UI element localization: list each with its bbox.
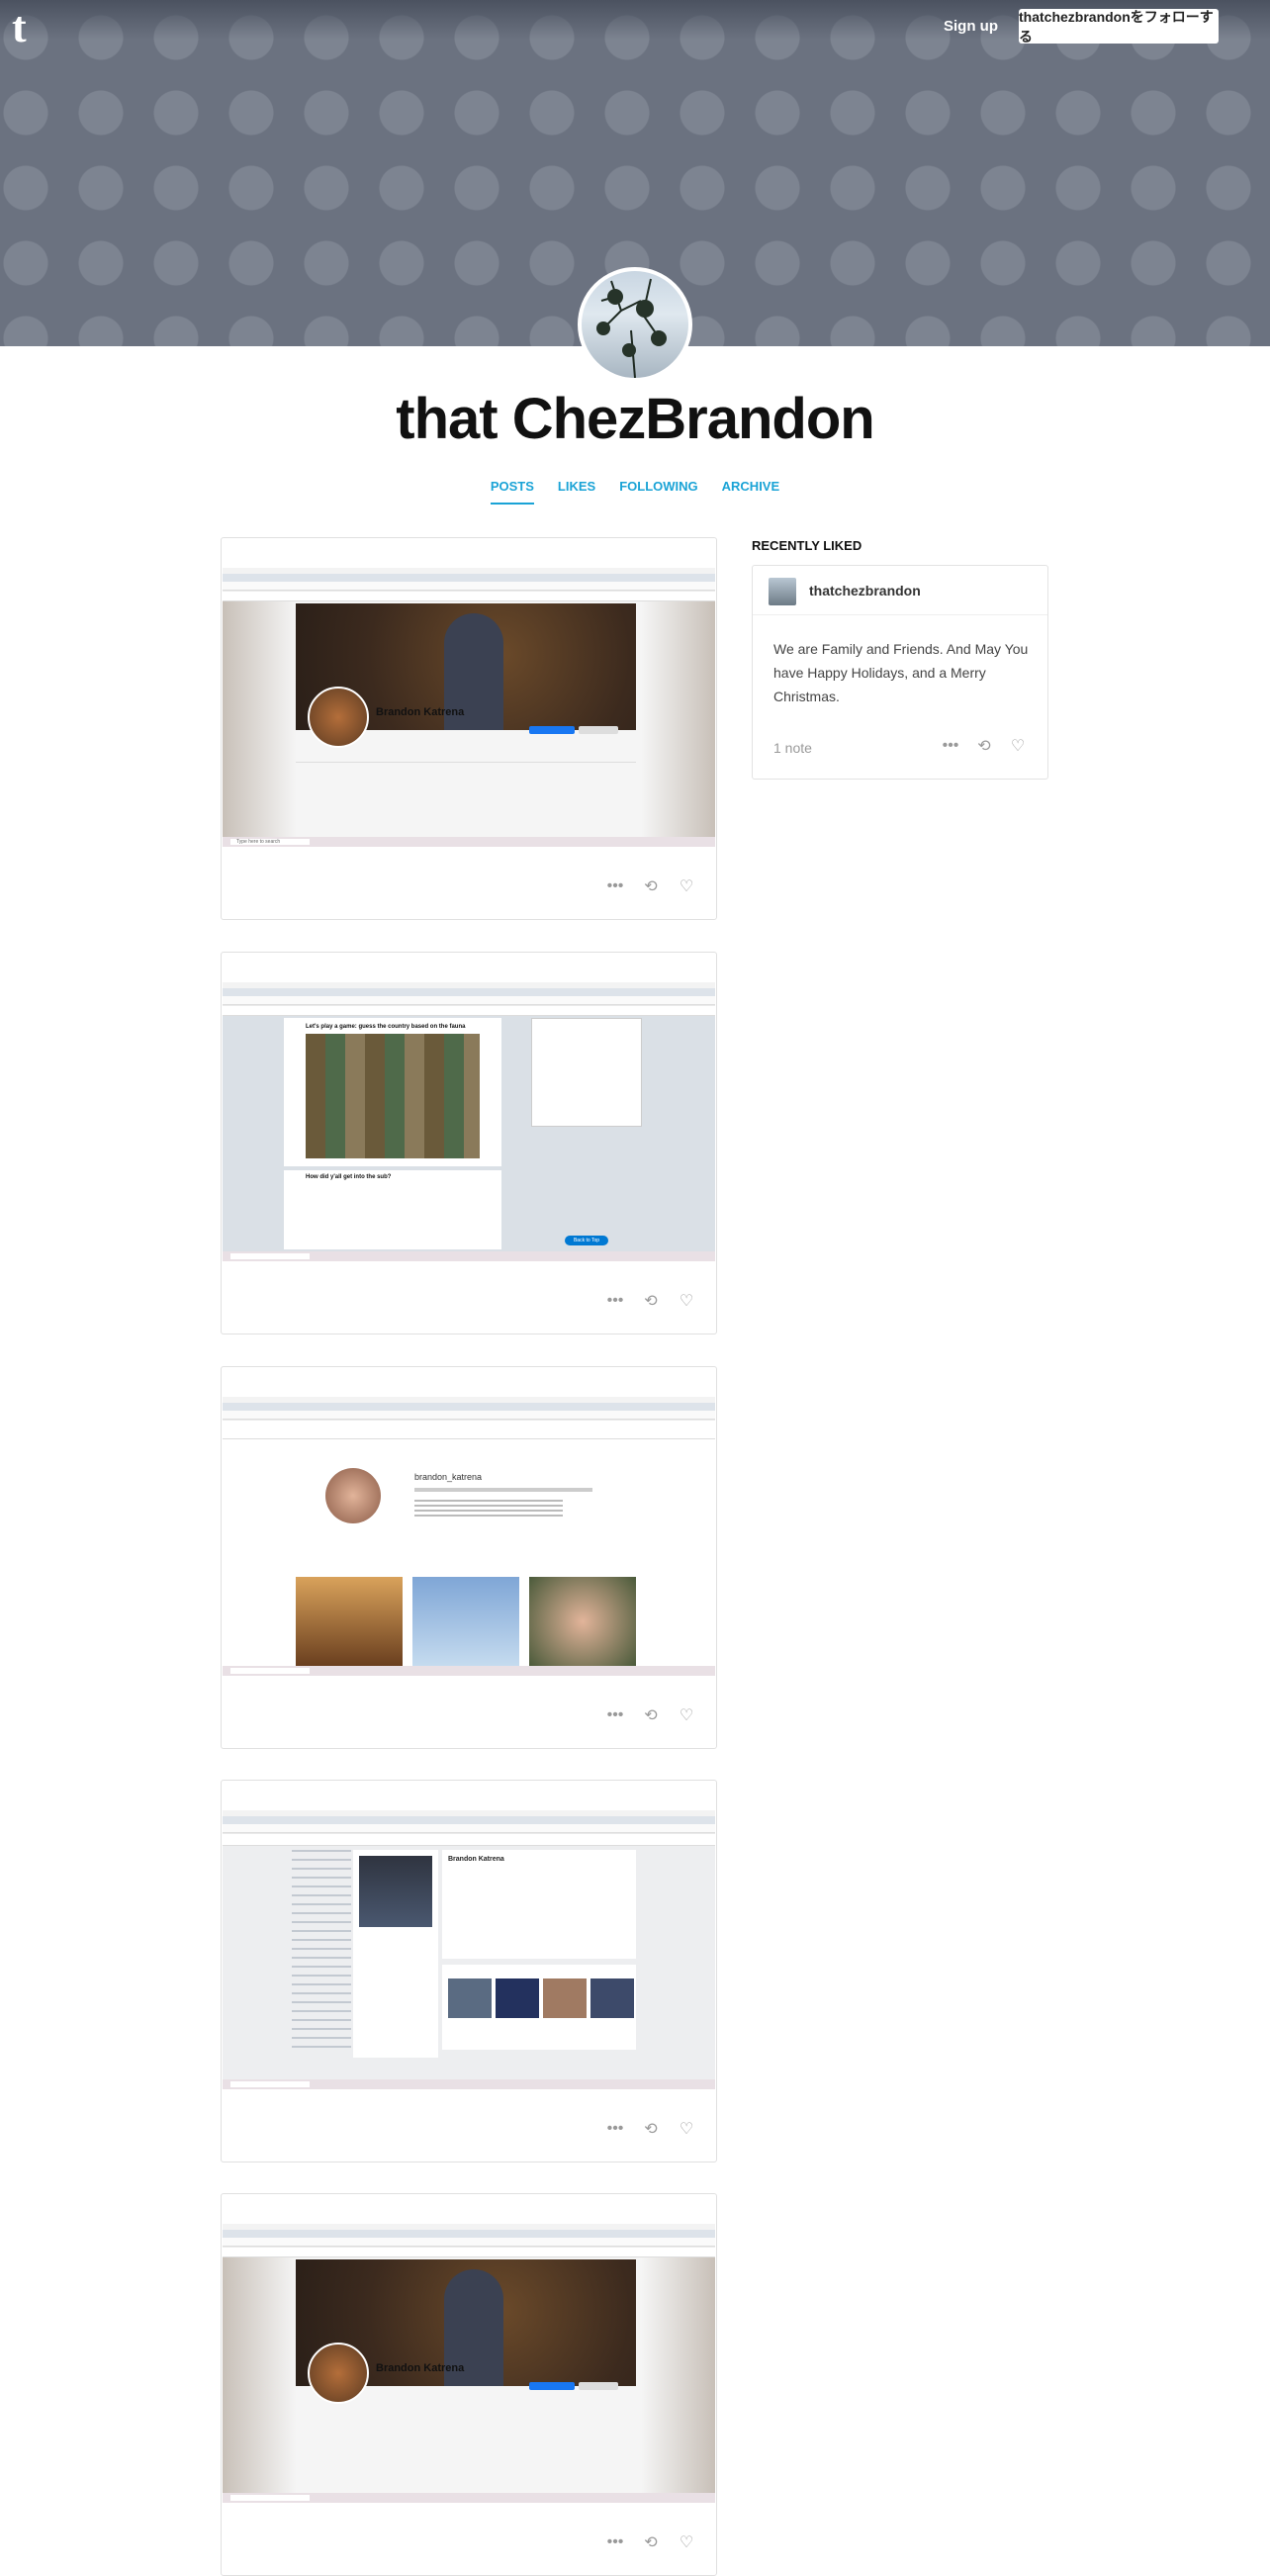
liked-post-card: thatchezbrandon We are Family and Friend… — [752, 565, 1048, 780]
liked-post-notes[interactable]: 1 note — [773, 740, 812, 756]
tab-posts[interactable]: POSTS — [490, 479, 534, 505]
back-to-top-button: Back to Top — [565, 1236, 608, 1245]
post-image[interactable]: Brandon Katrena — [223, 1810, 715, 2089]
tab-likes[interactable]: LIKES — [558, 479, 595, 505]
tab-archive[interactable]: ARCHIVE — [722, 479, 780, 505]
follow-button[interactable]: thatchezbrandonをフォローする — [1019, 9, 1219, 45]
reblog-icon[interactable]: ⟲ — [641, 2532, 661, 2552]
post-card: Brandon Katrena ••• ⟲ ♡ — [221, 1780, 717, 2162]
blog-tabs: POSTS LIKES FOLLOWING ARCHIVE — [0, 479, 1270, 505]
post-image[interactable]: Let's play a game: guess the country bas… — [223, 982, 715, 1261]
blog-title: that ChezBrandon — [396, 387, 874, 451]
heart-icon[interactable]: ♡ — [1008, 736, 1028, 756]
more-icon[interactable]: ••• — [941, 736, 960, 756]
reblog-icon[interactable]: ⟲ — [641, 876, 661, 896]
post-image[interactable]: brandon_katrena — [223, 1397, 715, 1676]
more-icon[interactable]: ••• — [605, 2119, 625, 2139]
liked-blog-avatar[interactable] — [769, 578, 796, 605]
reblog-icon[interactable]: ⟲ — [974, 736, 994, 756]
tree-branches-icon — [596, 278, 667, 378]
post-card: Brandon Katrena Type here to search ••• … — [221, 537, 717, 920]
tab-following[interactable]: FOLLOWING — [619, 479, 697, 505]
heart-icon[interactable]: ♡ — [677, 2532, 696, 2552]
heart-icon[interactable]: ♡ — [677, 1291, 696, 1311]
more-icon[interactable]: ••• — [605, 1705, 625, 1725]
heart-icon[interactable]: ♡ — [677, 876, 696, 896]
reddit-post-title: Let's play a game: guess the country bas… — [306, 1024, 466, 1030]
profile-name: Brandon Katrena — [376, 2362, 465, 2374]
liked-blog-name[interactable]: thatchezbrandon — [809, 583, 921, 598]
post-card: brandon_katrena ••• ⟲ ♡ — [221, 1366, 717, 1749]
heart-icon[interactable]: ♡ — [677, 1705, 696, 1725]
instagram-username: brandon_katrena — [414, 1472, 483, 1482]
more-icon[interactable]: ••• — [605, 2532, 625, 2552]
tumblr-logo-icon[interactable]: t — [12, 6, 47, 49]
heart-icon[interactable]: ♡ — [677, 2119, 696, 2139]
more-icon[interactable]: ••• — [605, 876, 625, 896]
post-image[interactable]: Brandon Katrena — [223, 2224, 715, 2503]
blog-avatar[interactable] — [578, 267, 692, 382]
reblog-icon[interactable]: ⟲ — [641, 1291, 661, 1311]
reddit-post-title-2: How did y'all get into the sub? — [306, 1174, 392, 1180]
post-card: Brandon Katrena ••• ⟲ ♡ — [221, 2193, 717, 2576]
reblog-icon[interactable]: ⟲ — [641, 2119, 661, 2139]
recently-liked-heading: RECENTLY LIKED — [752, 538, 862, 553]
profile-name: Brandon Katrena — [376, 706, 465, 718]
post-image[interactable]: Brandon Katrena Type here to search — [223, 568, 715, 847]
post-card: Let's play a game: guess the country bas… — [221, 952, 717, 1334]
vk-profile-name: Brandon Katrena — [448, 1856, 504, 1863]
more-icon[interactable]: ••• — [605, 1291, 625, 1311]
signup-link[interactable]: Sign up — [944, 18, 998, 35]
liked-post-text: We are Family and Friends. And May You h… — [773, 641, 1029, 704]
taskbar-search-text: Type here to search — [236, 839, 281, 845]
reblog-icon[interactable]: ⟲ — [641, 1705, 661, 1725]
